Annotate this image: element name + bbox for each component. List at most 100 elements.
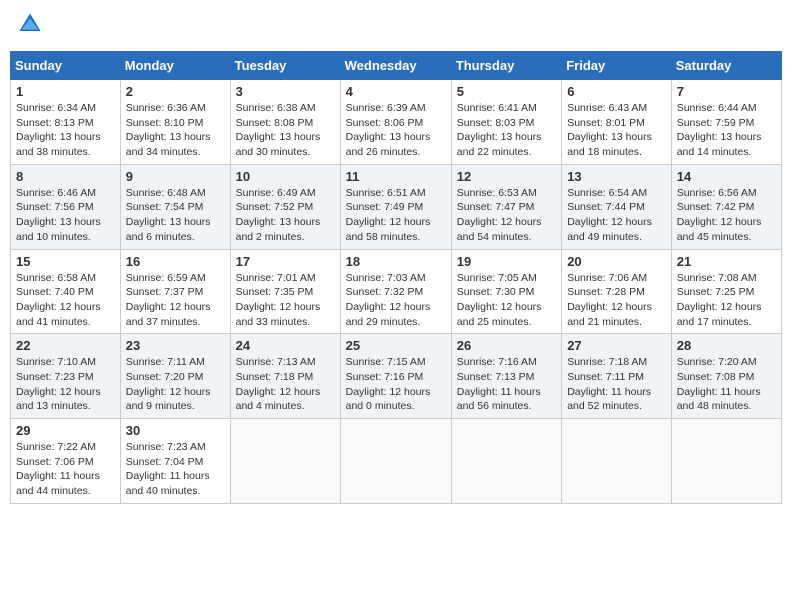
calendar-cell bbox=[562, 419, 672, 504]
day-number: 18 bbox=[346, 254, 446, 269]
calendar-cell: 24 Sunrise: 7:13 AM Sunset: 7:18 PM Dayl… bbox=[230, 334, 340, 419]
day-number: 7 bbox=[677, 84, 776, 99]
logo bbox=[14, 10, 44, 43]
calendar-cell: 17 Sunrise: 7:01 AM Sunset: 7:35 PM Dayl… bbox=[230, 249, 340, 334]
day-info: Sunrise: 7:23 AM Sunset: 7:04 PM Dayligh… bbox=[126, 440, 225, 499]
day-info: Sunrise: 7:20 AM Sunset: 7:08 PM Dayligh… bbox=[677, 355, 776, 414]
calendar-cell: 3 Sunrise: 6:38 AM Sunset: 8:08 PM Dayli… bbox=[230, 80, 340, 165]
day-number: 16 bbox=[126, 254, 225, 269]
day-info: Sunrise: 6:49 AM Sunset: 7:52 PM Dayligh… bbox=[236, 186, 335, 245]
calendar-week-5: 29 Sunrise: 7:22 AM Sunset: 7:06 PM Dayl… bbox=[11, 419, 782, 504]
day-info: Sunrise: 7:10 AM Sunset: 7:23 PM Dayligh… bbox=[16, 355, 115, 414]
day-number: 15 bbox=[16, 254, 115, 269]
day-number: 13 bbox=[567, 169, 666, 184]
weekday-header-sunday: Sunday bbox=[11, 52, 121, 80]
calendar-cell: 28 Sunrise: 7:20 AM Sunset: 7:08 PM Dayl… bbox=[671, 334, 781, 419]
day-number: 17 bbox=[236, 254, 335, 269]
day-info: Sunrise: 6:54 AM Sunset: 7:44 PM Dayligh… bbox=[567, 186, 666, 245]
calendar-cell: 22 Sunrise: 7:10 AM Sunset: 7:23 PM Dayl… bbox=[11, 334, 121, 419]
weekday-header-thursday: Thursday bbox=[451, 52, 561, 80]
calendar-table: SundayMondayTuesdayWednesdayThursdayFrid… bbox=[10, 51, 782, 504]
calendar-cell: 27 Sunrise: 7:18 AM Sunset: 7:11 PM Dayl… bbox=[562, 334, 672, 419]
day-number: 21 bbox=[677, 254, 776, 269]
day-number: 28 bbox=[677, 338, 776, 353]
calendar-cell bbox=[230, 419, 340, 504]
day-number: 23 bbox=[126, 338, 225, 353]
calendar-cell bbox=[451, 419, 561, 504]
day-number: 22 bbox=[16, 338, 115, 353]
day-number: 9 bbox=[126, 169, 225, 184]
day-info: Sunrise: 7:15 AM Sunset: 7:16 PM Dayligh… bbox=[346, 355, 446, 414]
logo-icon bbox=[16, 10, 44, 38]
day-info: Sunrise: 6:46 AM Sunset: 7:56 PM Dayligh… bbox=[16, 186, 115, 245]
weekday-header-monday: Monday bbox=[120, 52, 230, 80]
day-info: Sunrise: 7:13 AM Sunset: 7:18 PM Dayligh… bbox=[236, 355, 335, 414]
day-info: Sunrise: 7:03 AM Sunset: 7:32 PM Dayligh… bbox=[346, 271, 446, 330]
day-number: 3 bbox=[236, 84, 335, 99]
day-info: Sunrise: 6:51 AM Sunset: 7:49 PM Dayligh… bbox=[346, 186, 446, 245]
day-number: 26 bbox=[457, 338, 556, 353]
calendar-cell: 25 Sunrise: 7:15 AM Sunset: 7:16 PM Dayl… bbox=[340, 334, 451, 419]
calendar-cell: 12 Sunrise: 6:53 AM Sunset: 7:47 PM Dayl… bbox=[451, 164, 561, 249]
day-number: 27 bbox=[567, 338, 666, 353]
calendar-cell bbox=[671, 419, 781, 504]
day-number: 6 bbox=[567, 84, 666, 99]
day-info: Sunrise: 6:43 AM Sunset: 8:01 PM Dayligh… bbox=[567, 101, 666, 160]
day-info: Sunrise: 6:44 AM Sunset: 7:59 PM Dayligh… bbox=[677, 101, 776, 160]
day-info: Sunrise: 7:05 AM Sunset: 7:30 PM Dayligh… bbox=[457, 271, 556, 330]
calendar-cell: 8 Sunrise: 6:46 AM Sunset: 7:56 PM Dayli… bbox=[11, 164, 121, 249]
day-info: Sunrise: 7:11 AM Sunset: 7:20 PM Dayligh… bbox=[126, 355, 225, 414]
day-number: 5 bbox=[457, 84, 556, 99]
calendar-week-2: 8 Sunrise: 6:46 AM Sunset: 7:56 PM Dayli… bbox=[11, 164, 782, 249]
calendar-cell: 16 Sunrise: 6:59 AM Sunset: 7:37 PM Dayl… bbox=[120, 249, 230, 334]
calendar-header-row: SundayMondayTuesdayWednesdayThursdayFrid… bbox=[11, 52, 782, 80]
day-number: 1 bbox=[16, 84, 115, 99]
calendar-week-1: 1 Sunrise: 6:34 AM Sunset: 8:13 PM Dayli… bbox=[11, 80, 782, 165]
day-info: Sunrise: 6:58 AM Sunset: 7:40 PM Dayligh… bbox=[16, 271, 115, 330]
day-info: Sunrise: 6:56 AM Sunset: 7:42 PM Dayligh… bbox=[677, 186, 776, 245]
day-info: Sunrise: 7:06 AM Sunset: 7:28 PM Dayligh… bbox=[567, 271, 666, 330]
calendar-cell: 26 Sunrise: 7:16 AM Sunset: 7:13 PM Dayl… bbox=[451, 334, 561, 419]
weekday-header-wednesday: Wednesday bbox=[340, 52, 451, 80]
calendar-cell: 4 Sunrise: 6:39 AM Sunset: 8:06 PM Dayli… bbox=[340, 80, 451, 165]
calendar-cell: 21 Sunrise: 7:08 AM Sunset: 7:25 PM Dayl… bbox=[671, 249, 781, 334]
weekday-header-friday: Friday bbox=[562, 52, 672, 80]
weekday-header-saturday: Saturday bbox=[671, 52, 781, 80]
day-number: 11 bbox=[346, 169, 446, 184]
calendar-cell: 2 Sunrise: 6:36 AM Sunset: 8:10 PM Dayli… bbox=[120, 80, 230, 165]
page-header bbox=[10, 10, 782, 43]
calendar-cell: 10 Sunrise: 6:49 AM Sunset: 7:52 PM Dayl… bbox=[230, 164, 340, 249]
day-number: 14 bbox=[677, 169, 776, 184]
day-info: Sunrise: 6:36 AM Sunset: 8:10 PM Dayligh… bbox=[126, 101, 225, 160]
day-number: 20 bbox=[567, 254, 666, 269]
calendar-cell: 7 Sunrise: 6:44 AM Sunset: 7:59 PM Dayli… bbox=[671, 80, 781, 165]
day-info: Sunrise: 7:08 AM Sunset: 7:25 PM Dayligh… bbox=[677, 271, 776, 330]
calendar-cell: 1 Sunrise: 6:34 AM Sunset: 8:13 PM Dayli… bbox=[11, 80, 121, 165]
day-info: Sunrise: 7:18 AM Sunset: 7:11 PM Dayligh… bbox=[567, 355, 666, 414]
calendar-cell: 13 Sunrise: 6:54 AM Sunset: 7:44 PM Dayl… bbox=[562, 164, 672, 249]
day-number: 8 bbox=[16, 169, 115, 184]
day-number: 4 bbox=[346, 84, 446, 99]
calendar-cell: 6 Sunrise: 6:43 AM Sunset: 8:01 PM Dayli… bbox=[562, 80, 672, 165]
day-info: Sunrise: 7:16 AM Sunset: 7:13 PM Dayligh… bbox=[457, 355, 556, 414]
calendar-cell: 15 Sunrise: 6:58 AM Sunset: 7:40 PM Dayl… bbox=[11, 249, 121, 334]
day-number: 25 bbox=[346, 338, 446, 353]
day-number: 12 bbox=[457, 169, 556, 184]
day-number: 19 bbox=[457, 254, 556, 269]
day-number: 10 bbox=[236, 169, 335, 184]
day-number: 29 bbox=[16, 423, 115, 438]
calendar-cell: 18 Sunrise: 7:03 AM Sunset: 7:32 PM Dayl… bbox=[340, 249, 451, 334]
calendar-cell: 9 Sunrise: 6:48 AM Sunset: 7:54 PM Dayli… bbox=[120, 164, 230, 249]
calendar-week-3: 15 Sunrise: 6:58 AM Sunset: 7:40 PM Dayl… bbox=[11, 249, 782, 334]
calendar-cell: 5 Sunrise: 6:41 AM Sunset: 8:03 PM Dayli… bbox=[451, 80, 561, 165]
calendar-cell: 11 Sunrise: 6:51 AM Sunset: 7:49 PM Dayl… bbox=[340, 164, 451, 249]
day-info: Sunrise: 7:01 AM Sunset: 7:35 PM Dayligh… bbox=[236, 271, 335, 330]
day-info: Sunrise: 6:59 AM Sunset: 7:37 PM Dayligh… bbox=[126, 271, 225, 330]
day-info: Sunrise: 6:53 AM Sunset: 7:47 PM Dayligh… bbox=[457, 186, 556, 245]
calendar-cell: 20 Sunrise: 7:06 AM Sunset: 7:28 PM Dayl… bbox=[562, 249, 672, 334]
day-info: Sunrise: 7:22 AM Sunset: 7:06 PM Dayligh… bbox=[16, 440, 115, 499]
calendar-cell: 19 Sunrise: 7:05 AM Sunset: 7:30 PM Dayl… bbox=[451, 249, 561, 334]
calendar-cell: 23 Sunrise: 7:11 AM Sunset: 7:20 PM Dayl… bbox=[120, 334, 230, 419]
day-number: 2 bbox=[126, 84, 225, 99]
calendar-cell: 14 Sunrise: 6:56 AM Sunset: 7:42 PM Dayl… bbox=[671, 164, 781, 249]
